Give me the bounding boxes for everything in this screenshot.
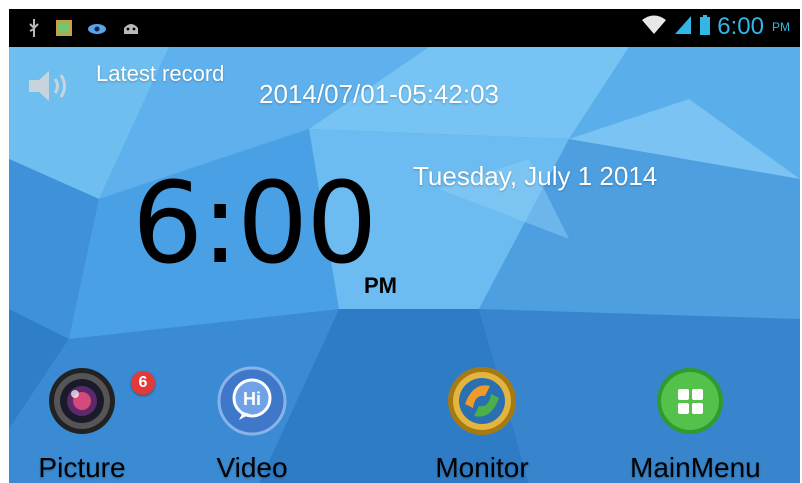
gallery-icon xyxy=(55,19,73,41)
monitor-icon xyxy=(445,364,519,438)
speaker-icon[interactable] xyxy=(25,67,73,109)
clock-ampm: PM xyxy=(364,273,397,298)
app-video-label: Video xyxy=(216,452,288,483)
app-monitor[interactable]: Monitor xyxy=(422,364,542,483)
home-screen: 6:00 PM Latest record 2014/07/01-05:42:03… xyxy=(9,9,800,483)
latest-record-label: Latest record xyxy=(96,61,225,86)
app-video[interactable]: Hi Video xyxy=(192,364,312,483)
signal-icon xyxy=(673,14,693,40)
status-ampm: PM xyxy=(772,20,790,34)
sync-icon xyxy=(87,21,107,40)
clock-time: 6:00 xyxy=(132,159,378,289)
hi-chat-icon: Hi xyxy=(215,364,289,438)
app-picture[interactable]: Picture xyxy=(22,364,142,483)
svg-text:Hi: Hi xyxy=(243,389,261,409)
wifi-icon xyxy=(641,14,667,40)
grid-menu-icon xyxy=(653,364,727,438)
app-mainmenu[interactable]: MainMenu xyxy=(630,364,761,483)
clock-date: Tuesday, July 1 2014 xyxy=(413,161,658,191)
status-time: 6:00 xyxy=(717,13,764,40)
latest-record-value: 2014/07/01-05:42:03 xyxy=(259,79,499,109)
android-icon xyxy=(121,20,141,40)
usb-icon xyxy=(27,18,41,42)
app-mainmenu-label: MainMenu xyxy=(630,452,761,483)
app-monitor-label: Monitor xyxy=(435,452,529,483)
notification-badge: 6 xyxy=(131,371,155,395)
app-picture-label: Picture xyxy=(38,452,126,483)
battery-icon xyxy=(699,14,711,40)
status-bar: 6:00 PM xyxy=(9,9,800,47)
camera-lens-icon xyxy=(45,364,119,438)
